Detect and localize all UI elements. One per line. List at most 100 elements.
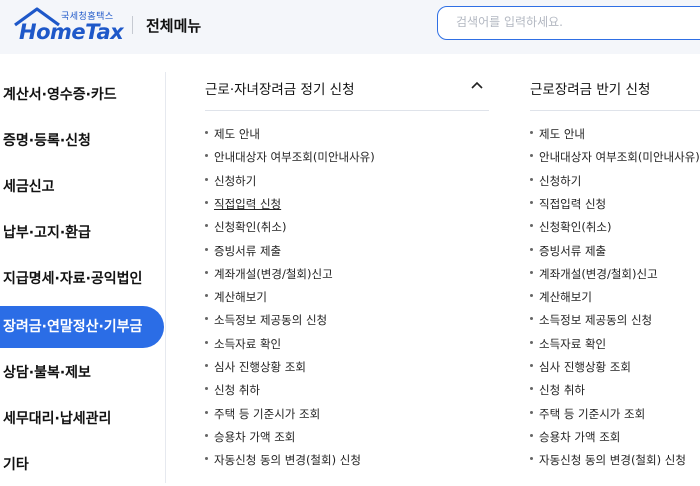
bullet-icon bbox=[205, 457, 208, 461]
menu-item-label: 신청하기 bbox=[539, 173, 582, 188]
bullet-icon bbox=[205, 433, 208, 437]
bullet-icon bbox=[205, 410, 208, 414]
menu-item-label: 신청확인(취소) bbox=[539, 220, 612, 235]
sidebar-item-certificate[interactable]: 증명·등록·신청 bbox=[0, 120, 164, 162]
logo-wordmark: HomeTax bbox=[19, 20, 124, 44]
bullet-icon bbox=[205, 387, 208, 391]
menu-item-label: 증빙서류 제출 bbox=[214, 243, 282, 258]
menu-item[interactable]: 소득자료 확인 bbox=[205, 336, 281, 352]
sidebar-item-statement[interactable]: 지급명세·자료·공익법인 bbox=[0, 258, 164, 300]
menu-item[interactable]: 직접입력 신청 bbox=[530, 196, 606, 212]
bullet-icon bbox=[530, 364, 533, 367]
menu-item[interactable]: 신청확인(취소) bbox=[205, 219, 286, 235]
bullet-icon bbox=[530, 457, 533, 461]
bullet-icon bbox=[530, 294, 533, 298]
menu-item[interactable]: 계좌개설(변경/철회)신고 bbox=[530, 266, 658, 282]
bullet-icon bbox=[205, 131, 208, 134]
bullet-icon bbox=[530, 154, 533, 158]
menu-item-label: 소득자료 확인 bbox=[214, 336, 282, 351]
sidebar-item-payment[interactable]: 납부·고지·환급 bbox=[0, 212, 164, 254]
menu-item[interactable]: 계산해보기 bbox=[205, 289, 267, 305]
menu-item[interactable]: 주택 등 기준시가 조회 bbox=[530, 406, 645, 422]
menu-item-label: 계산해보기 bbox=[539, 290, 592, 305]
menu-item[interactable]: 소득정보 제공동의 신청 bbox=[205, 312, 327, 328]
menu-item[interactable]: 안내대상자 여부조회(미안내사유) bbox=[530, 149, 700, 165]
menu-item-label: 신청확인(취소) bbox=[214, 220, 287, 235]
bullet-icon bbox=[205, 364, 208, 367]
hometax-logo[interactable]: 국세청홈택스 HomeTax bbox=[13, 7, 124, 45]
menu-item[interactable]: 제도 안내 bbox=[530, 126, 585, 142]
bullet-icon bbox=[205, 177, 208, 181]
sidebar-item-agent[interactable]: 세무대리·납세관리 bbox=[0, 398, 164, 440]
menu-item[interactable]: 심사 진행상황 조회 bbox=[205, 359, 306, 375]
menu-item[interactable]: 자동신청 동의 변경(철회) 신청 bbox=[205, 452, 361, 468]
menu-item-label: 승용차 가액 조회 bbox=[539, 429, 621, 444]
bullet-icon bbox=[530, 270, 533, 274]
menu-item-label: 소득정보 제공동의 신청 bbox=[539, 313, 653, 328]
sidebar-item-incentive[interactable]: 장려금·연말정산·기부금 bbox=[0, 306, 164, 348]
menu-item[interactable]: 증빙서류 제출 bbox=[530, 243, 606, 259]
sidebar-item-consult[interactable]: 상담·불복·제보 bbox=[0, 352, 164, 394]
menu-item-label: 신청 취하 bbox=[214, 383, 260, 398]
bullet-icon bbox=[205, 247, 208, 251]
bullet-icon bbox=[530, 224, 533, 228]
menu-item[interactable]: 신청 취하 bbox=[205, 382, 260, 398]
menu-item[interactable]: 승용차 가액 조회 bbox=[530, 429, 620, 445]
sidebar-item-tax-filing[interactable]: 세금신고 bbox=[0, 166, 164, 208]
menu-item-label: 직접입력 신청 bbox=[214, 196, 282, 211]
bullet-icon bbox=[205, 270, 208, 274]
collapse-button[interactable] bbox=[467, 76, 487, 96]
menu-item[interactable]: 승용차 가액 조회 bbox=[205, 429, 295, 445]
menu-item-label: 제도 안내 bbox=[214, 127, 260, 141]
header: 국세청홈택스 HomeTax 전체메뉴 bbox=[0, 0, 700, 54]
menu-item[interactable]: 자동신청 동의 변경(철회) 신청 bbox=[530, 452, 686, 468]
section-divider bbox=[530, 110, 700, 111]
menu-item-label: 계좌개설(변경/철회)신고 bbox=[214, 266, 333, 281]
menu-item-label: 주택 등 기준시가 조회 bbox=[539, 406, 646, 421]
menu-item[interactable]: 제도 안내 bbox=[205, 126, 260, 142]
bullet-icon bbox=[530, 410, 533, 414]
bullet-icon bbox=[530, 177, 533, 181]
search-input[interactable] bbox=[456, 7, 696, 37]
section-divider bbox=[205, 110, 489, 111]
menu-item-label: 소득정보 제공동의 신청 bbox=[214, 313, 328, 328]
menu-item-label: 심사 진행상황 조회 bbox=[214, 360, 306, 374]
menu-item-label: 안내대상자 여부조회(미안내사유) bbox=[539, 150, 700, 165]
header-divider bbox=[132, 16, 133, 34]
menu-item-label: 승용차 가액 조회 bbox=[214, 429, 296, 444]
page-title: 전체메뉴 bbox=[146, 17, 202, 35]
menu-item-label: 신청 취하 bbox=[539, 383, 585, 398]
menu-item[interactable]: 신청확인(취소) bbox=[530, 219, 611, 235]
sidebar-item-etc[interactable]: 기타 bbox=[0, 444, 164, 486]
menu-item[interactable]: 계좌개설(변경/철회)신고 bbox=[205, 266, 333, 282]
menu-item[interactable]: 직접입력 신청 bbox=[205, 196, 281, 212]
menu-item-label: 안내대상자 여부조회(미안내사유) bbox=[214, 150, 375, 165]
sidebar-item-invoice[interactable]: 계산서·영수증·카드 bbox=[0, 74, 164, 116]
section-title-regular[interactable]: 근로·자녀장려금 정기 신청 bbox=[205, 78, 355, 98]
menu-item-label: 계좌개설(변경/철회)신고 bbox=[539, 266, 658, 281]
bullet-icon bbox=[205, 294, 208, 298]
bullet-icon bbox=[205, 224, 208, 228]
menu-item[interactable]: 신청 취하 bbox=[530, 382, 585, 398]
menu-item[interactable]: 안내대상자 여부조회(미안내사유) bbox=[205, 149, 375, 165]
menu-item[interactable]: 심사 진행상황 조회 bbox=[530, 359, 631, 375]
bullet-icon bbox=[530, 317, 533, 321]
bullet-icon bbox=[205, 200, 208, 204]
menu-item[interactable]: 소득자료 확인 bbox=[530, 336, 606, 352]
menu-item[interactable]: 계산해보기 bbox=[530, 289, 592, 305]
menu-item[interactable]: 증빙서류 제출 bbox=[205, 243, 281, 259]
menu-item-label: 제도 안내 bbox=[539, 127, 585, 141]
menu-item-label: 자동신청 동의 변경(철회) 신청 bbox=[539, 453, 686, 468]
menu-item-label: 신청하기 bbox=[214, 173, 257, 188]
menu-item[interactable]: 소득정보 제공동의 신청 bbox=[530, 312, 652, 328]
section-title-semiannual[interactable]: 근로장려금 반기 신청 bbox=[530, 78, 650, 98]
menu-item[interactable]: 신청하기 bbox=[530, 173, 581, 189]
bullet-icon bbox=[530, 387, 533, 391]
menu-item[interactable]: 주택 등 기준시가 조회 bbox=[205, 406, 320, 422]
menu-item-label: 주택 등 기준시가 조회 bbox=[214, 406, 321, 421]
search-box[interactable] bbox=[437, 6, 700, 40]
bullet-icon bbox=[530, 247, 533, 251]
bullet-icon bbox=[530, 340, 533, 344]
chevron-up-icon bbox=[471, 81, 483, 89]
menu-item[interactable]: 신청하기 bbox=[205, 173, 256, 189]
